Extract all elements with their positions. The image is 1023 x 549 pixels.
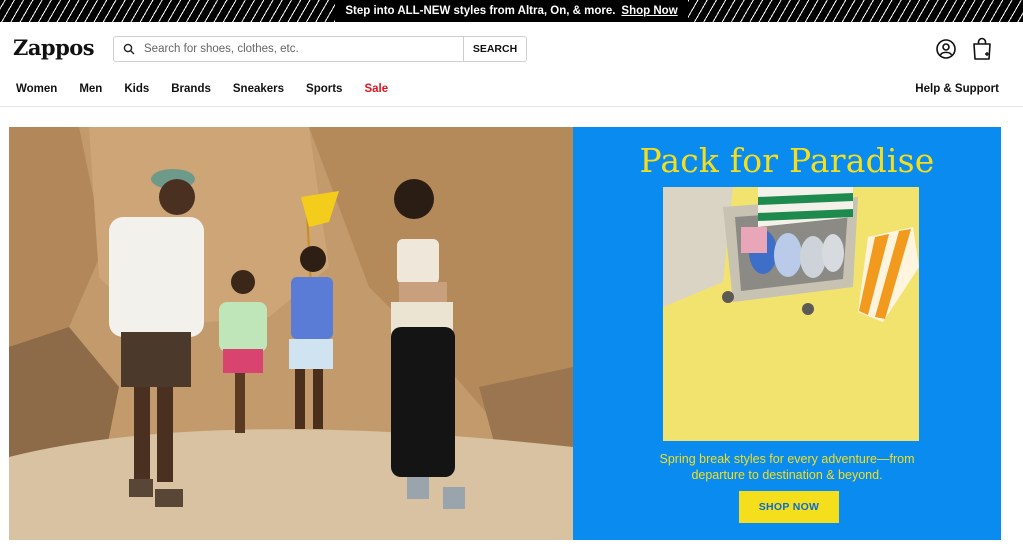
promo-banner: Step into ALL-NEW styles from Altra, On,… (0, 0, 1023, 22)
panel-copy-line-1: Spring break styles for every adventure—… (659, 452, 915, 466)
nav-list: Women Men Kids Brands Sneakers Sports Sa… (16, 83, 410, 95)
suitcase-product-image (663, 187, 919, 441)
search-input[interactable] (144, 37, 463, 61)
search-button[interactable]: SEARCH (463, 37, 526, 61)
nav-item-brands[interactable]: Brands (171, 83, 211, 95)
nav-item-kids[interactable]: Kids (124, 83, 149, 95)
promo-shop-now-link[interactable]: Shop Now (621, 5, 677, 17)
panel-title: Pack for Paradise (639, 141, 935, 180)
help-support-link[interactable]: Help & Support (915, 83, 999, 95)
nav-item-men[interactable]: Men (79, 83, 102, 95)
panel-copy: Spring break styles for every adventure—… (573, 451, 1001, 483)
shop-now-button[interactable]: SHOP NOW (739, 491, 839, 523)
promo-text: Step into ALL-NEW styles from Altra, On,… (345, 5, 616, 17)
promo-text-wrap: Step into ALL-NEW styles from Altra, On,… (335, 0, 688, 22)
cart-icon[interactable] (970, 37, 994, 61)
nav-item-women[interactable]: Women (16, 83, 57, 95)
promo-panel[interactable]: Pack for Paradise Spring break styles fo… (573, 127, 1001, 540)
account-icon[interactable] (934, 37, 958, 61)
hero-lifestyle-image[interactable] (9, 127, 573, 540)
zappos-logo[interactable]: Zappos (13, 35, 95, 60)
site-header: Zappos SEARCH (0, 22, 1023, 77)
search-icon (114, 37, 144, 61)
panel-copy-line-2: departure to destination & beyond. (691, 468, 883, 482)
nav-item-sports[interactable]: Sports (306, 83, 342, 95)
nav-item-sneakers[interactable]: Sneakers (233, 83, 284, 95)
search-bar: SEARCH (113, 36, 527, 62)
nav-item-sale[interactable]: Sale (364, 83, 388, 95)
main-nav: Women Men Kids Brands Sneakers Sports Sa… (0, 77, 1023, 107)
